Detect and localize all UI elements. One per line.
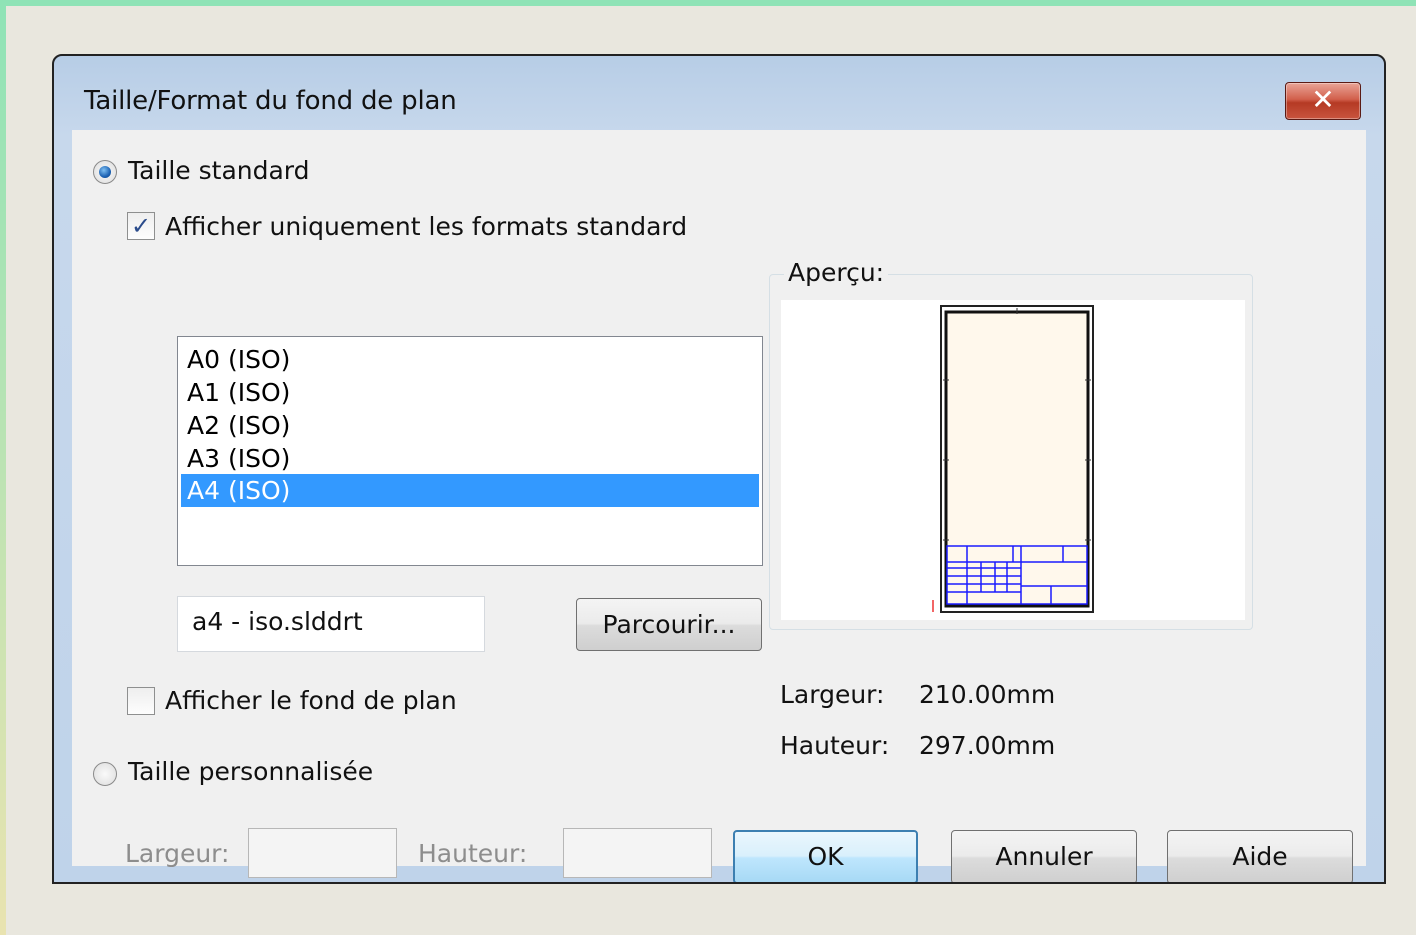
list-item[interactable]: A0 (ISO) [181, 343, 759, 376]
sheet-preview-image [932, 305, 1094, 613]
ok-button[interactable]: OK [733, 830, 918, 882]
format-listbox[interactable]: A0 (ISO) A1 (ISO) A2 (ISO) A3 (ISO) A4 (… [177, 336, 763, 566]
custom-width-input[interactable] [248, 828, 397, 878]
custom-size-radio[interactable] [93, 762, 117, 786]
title-bar[interactable]: Taille/Format du fond de plan ✕ [54, 56, 1384, 130]
show-standard-only-checkbox[interactable]: ✓ [127, 212, 155, 240]
standard-size-label[interactable]: Taille standard [128, 156, 310, 185]
desktop-background-top [0, 0, 1416, 6]
preview-width-label: Largeur: [780, 680, 885, 709]
preview-width-value: 210.00mm [919, 680, 1056, 709]
list-item[interactable]: A3 (ISO) [181, 442, 759, 475]
help-button[interactable]: Aide [1167, 830, 1353, 882]
show-sheet-format-checkbox[interactable] [127, 687, 155, 715]
list-item[interactable]: A1 (ISO) [181, 376, 759, 409]
checkmark-icon: ✓ [130, 212, 152, 240]
custom-height-input[interactable] [563, 828, 712, 878]
desktop-background-left [0, 0, 6, 935]
cancel-button[interactable]: Annuler [951, 830, 1137, 882]
preview-area [781, 300, 1245, 620]
custom-height-label: Hauteur: [418, 839, 528, 868]
sheet-format-file-field[interactable]: a4 - iso.slddrt [177, 596, 485, 652]
show-standard-only-label[interactable]: Afficher uniquement les formats standard [165, 212, 687, 241]
close-icon: ✕ [1311, 83, 1335, 116]
close-button[interactable]: ✕ [1285, 82, 1361, 120]
dialog-title: Taille/Format du fond de plan [84, 86, 457, 116]
preview-height-value: 297.00mm [919, 731, 1056, 760]
preview-group-label: Aperçu: [784, 258, 889, 287]
preview-height-label: Hauteur: [780, 731, 890, 760]
dialog-client-area: Taille standard ✓ Afficher uniquement le… [72, 130, 1366, 882]
show-sheet-format-label[interactable]: Afficher le fond de plan [165, 686, 457, 715]
sheet-format-dialog: Taille/Format du fond de plan ✕ Taille s… [52, 54, 1386, 884]
standard-size-radio[interactable] [93, 160, 117, 184]
radio-selected-dot [99, 166, 111, 178]
browse-button[interactable]: Parcourir... [576, 598, 762, 651]
custom-size-label[interactable]: Taille personnalisée [128, 757, 373, 786]
sheet-format-file-value: a4 - iso.slddrt [192, 607, 363, 636]
list-item[interactable]: A2 (ISO) [181, 409, 759, 442]
custom-width-label: Largeur: [125, 839, 230, 868]
list-item-selected[interactable]: A4 (ISO) [181, 474, 759, 507]
